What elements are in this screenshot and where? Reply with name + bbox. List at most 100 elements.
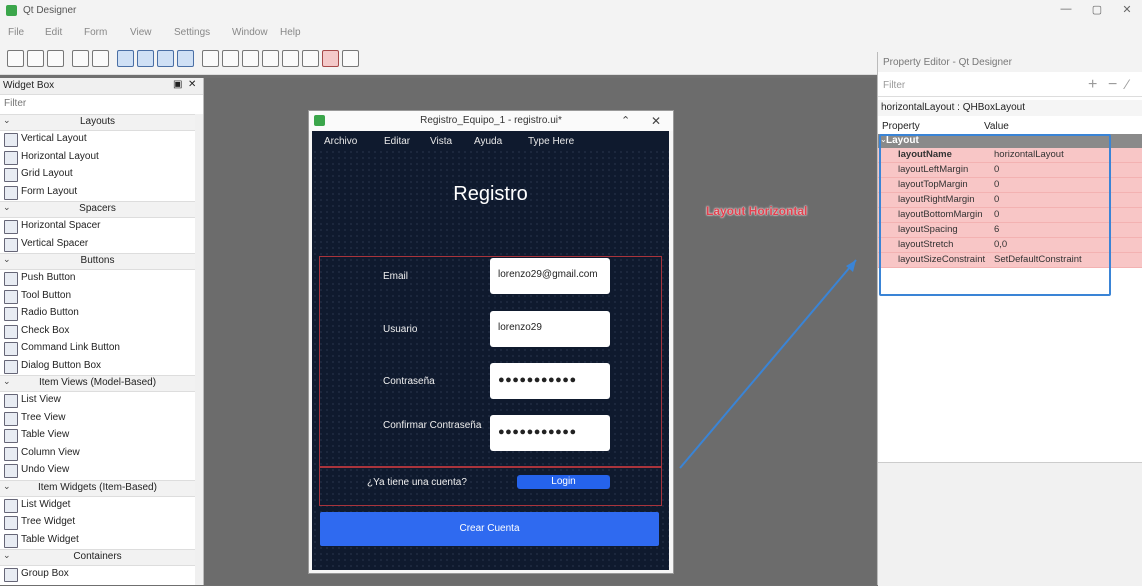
widget-item[interactable]: Horizontal Layout	[0, 149, 195, 165]
maximize-button[interactable]: ▢	[1086, 3, 1108, 19]
remove-property-icon[interactable]: −	[1108, 76, 1117, 94]
minimize-button[interactable]: —	[1055, 3, 1077, 19]
widget-category[interactable]: ⌄ Item Views (Model-Based)	[0, 375, 195, 392]
dialog-button-box-icon	[4, 359, 18, 374]
widget-item[interactable]: Table View	[0, 427, 195, 443]
menu-file[interactable]: File	[8, 27, 24, 38]
copy-icon[interactable]	[72, 50, 89, 67]
property-filter-placeholder: Filter	[883, 80, 906, 91]
form-menu-archivo[interactable]: Archivo	[324, 136, 357, 147]
widget-item[interactable]: Group Box	[0, 566, 195, 582]
crear-cuenta-button[interactable]: Crear Cuenta	[320, 512, 659, 546]
close-button[interactable]: ✕	[1116, 3, 1138, 19]
group-box-icon	[4, 568, 18, 582]
widget-item[interactable]: List Widget	[0, 497, 195, 513]
widget-item-label: Form Layout	[21, 185, 78, 197]
widget-item-label: Push Button	[21, 272, 76, 283]
form-menu-ayuda[interactable]: Ayuda	[474, 136, 502, 147]
widget-item[interactable]: Grid Layout	[0, 166, 195, 182]
edit-buddies-icon[interactable]	[157, 50, 174, 67]
adjust-size-icon[interactable]	[342, 50, 359, 67]
grid-layout-icon	[4, 168, 18, 182]
widget-item[interactable]: Radio Button	[0, 305, 195, 321]
widget-category-label: Containers	[73, 551, 122, 562]
widget-item[interactable]: Command Link Button	[0, 340, 195, 356]
widget-item[interactable]: Form Layout	[0, 184, 195, 200]
email-field[interactable]: lorenzo29@gmail.com	[490, 258, 610, 294]
widget-item[interactable]: Check Box	[0, 323, 195, 339]
widget-filter-input[interactable]	[2, 96, 202, 111]
form-menu-vista[interactable]: Vista	[430, 136, 452, 147]
widget-box-scrollbar[interactable]	[195, 114, 203, 585]
widget-category[interactable]: ⌄ Buttons	[0, 253, 195, 270]
confirmar-contrasena-field[interactable]: ●●●●●●●●●●●	[490, 415, 610, 451]
widget-item[interactable]: Tree View	[0, 410, 195, 426]
menu-form[interactable]: Form	[84, 27, 107, 38]
widget-item-label: Horizontal Spacer	[21, 220, 101, 231]
form-layout-icon[interactable]	[302, 50, 319, 67]
push-button-icon	[4, 272, 18, 286]
menu-view[interactable]: View	[130, 27, 152, 38]
configure-icon[interactable]: ⁄	[1126, 76, 1128, 92]
paste-icon[interactable]	[92, 50, 109, 67]
widget-category[interactable]: ⌄ Containers	[0, 549, 195, 566]
widget-item[interactable]: Tool Button	[0, 288, 195, 304]
horizontal-layout-icon	[4, 150, 18, 165]
widget-item[interactable]: Column View	[0, 445, 195, 461]
menu-help[interactable]: Help	[280, 27, 301, 38]
widget-category[interactable]: ⌄ Layouts	[0, 114, 195, 131]
open-file-icon[interactable]	[27, 50, 44, 67]
close-panel-icon[interactable]: ✕	[188, 79, 196, 90]
widget-category[interactable]: ⌄ Item Widgets (Item-Based)	[0, 479, 195, 497]
form-close-icon[interactable]: ✕	[651, 114, 661, 128]
edit-signals-icon[interactable]	[137, 50, 154, 67]
selected-object: horizontalLayout : QHBoxLayout	[878, 100, 1142, 116]
widget-list: ⌄ Layouts Vertical Layout Horizontal Layout…	[0, 114, 203, 585]
widget-item-label: Tree Widget	[21, 516, 76, 527]
splitter-vertical-icon[interactable]	[262, 50, 279, 67]
collapse-icon[interactable]: ⌃	[621, 114, 630, 127]
value-column-header: Value	[984, 121, 1009, 132]
usuario-field[interactable]: lorenzo29	[490, 311, 610, 347]
widget-item[interactable]: Vertical Spacer	[0, 236, 195, 252]
menu-window[interactable]: Window	[232, 27, 268, 38]
widget-box-header: Widget Box ▣ ✕	[0, 78, 203, 95]
widget-item[interactable]: Horizontal Spacer	[0, 218, 195, 234]
list-view-icon	[4, 394, 18, 408]
form-menu-type-here[interactable]: Type Here	[528, 136, 574, 147]
form-heading: Registro	[453, 183, 528, 205]
widget-item[interactable]: Undo View	[0, 462, 195, 478]
widget-item[interactable]: List View	[0, 392, 195, 408]
widget-item[interactable]: Tree Widget	[0, 514, 195, 530]
widget-item-label: Table View	[21, 429, 70, 440]
contrasena-field[interactable]: ●●●●●●●●●●●	[490, 363, 610, 399]
lay-out-vertically-icon[interactable]	[222, 50, 239, 67]
qt-designer-logo-icon	[6, 5, 17, 16]
property-filter[interactable]: Filter + − ⁄	[878, 76, 1142, 97]
widget-item[interactable]: Vertical Layout	[0, 131, 195, 147]
login-button[interactable]: Login	[517, 475, 610, 489]
usuario-label: Usuario	[383, 324, 418, 335]
widget-category[interactable]: ⌄ Spacers	[0, 201, 195, 218]
widget-item[interactable]: Dialog Button Box	[0, 358, 195, 374]
splitter-horizontal-icon[interactable]	[242, 50, 259, 67]
form-window[interactable]: Registro_Equipo_1 - registro.ui* ⌃ ✕ Arc…	[308, 110, 674, 574]
new-file-icon[interactable]	[7, 50, 24, 67]
form-menu-editar[interactable]: Editar	[384, 136, 410, 147]
float-icon[interactable]: ▣	[173, 79, 182, 90]
property-editor-lower-area	[878, 462, 1142, 586]
save-icon[interactable]	[47, 50, 64, 67]
lay-out-horizontally-icon[interactable]	[202, 50, 219, 67]
menu-settings[interactable]: Settings	[174, 27, 210, 38]
edit-widgets-icon[interactable]	[117, 50, 134, 67]
add-property-icon[interactable]: +	[1088, 76, 1097, 94]
widget-item-label: Grid Layout	[21, 168, 73, 179]
menu-edit[interactable]: Edit	[45, 27, 62, 38]
widget-item[interactable]: Push Button	[0, 270, 195, 286]
edit-tab-order-icon[interactable]	[177, 50, 194, 67]
widget-item-label: Tree View	[21, 411, 66, 423]
form-layout-icon	[4, 185, 18, 200]
break-layout-icon[interactable]	[322, 50, 339, 67]
grid-layout-icon[interactable]	[282, 50, 299, 67]
widget-item[interactable]: Table Widget	[0, 532, 195, 548]
